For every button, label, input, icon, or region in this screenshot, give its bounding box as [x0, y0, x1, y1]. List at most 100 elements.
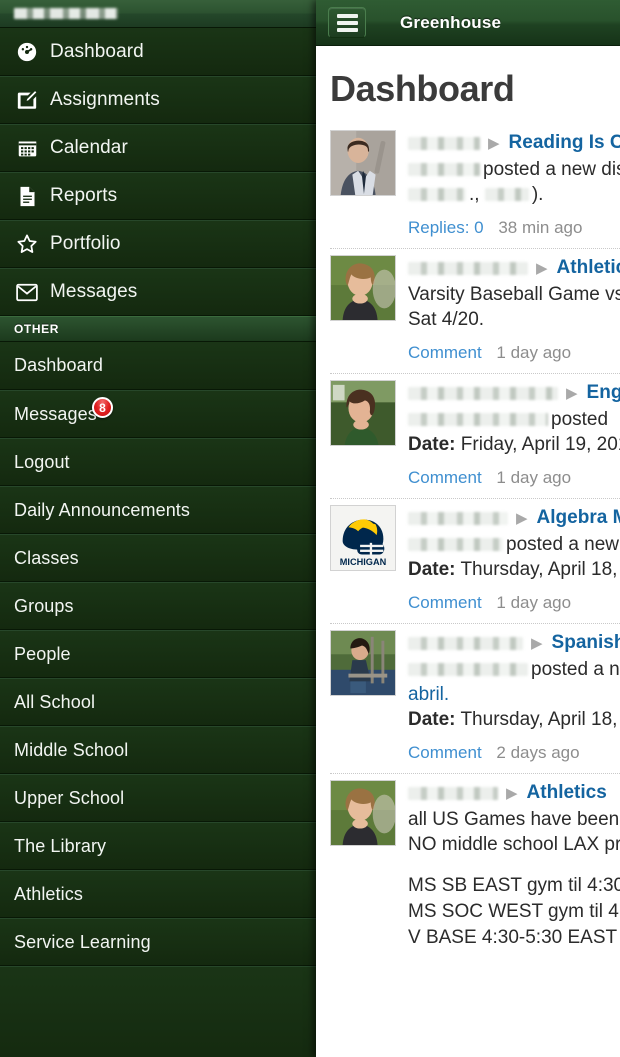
replies-link[interactable]: Replies: 0: [408, 218, 484, 237]
comment-link[interactable]: Comment: [408, 593, 482, 612]
sidebar-item-calendar[interactable]: Calendar: [0, 124, 316, 172]
redacted-text: [408, 386, 558, 400]
group-link[interactable]: Athletics: [557, 257, 620, 279]
post-line-2: NO middle school LAX prac: [408, 834, 620, 855]
sidebar-item-label: The Library: [14, 835, 107, 856]
gauge-icon: [14, 41, 40, 63]
post-meta: ▶ Athletics: [408, 257, 620, 279]
sidebar-item-daily-announcements[interactable]: Daily Announcements: [0, 486, 316, 534]
avatar[interactable]: [330, 130, 396, 196]
sidebar-item-label: Middle School: [14, 739, 129, 760]
post-meta: ▶ Eng: [408, 382, 620, 404]
caret-right-icon: ▶: [536, 259, 548, 277]
comment-link[interactable]: Comment: [408, 343, 482, 362]
sidebar-item-people[interactable]: People: [0, 630, 316, 678]
sidebar-item-service-learning[interactable]: Service Learning: [0, 918, 316, 966]
sidebar-item-dashboard[interactable]: Dashboard: [0, 28, 316, 76]
feed-item-body: ▶ Athletics all US Games have been ca NO …: [408, 780, 620, 951]
comment-link[interactable]: Comment: [408, 743, 482, 762]
schedule-line: MS SOC WEST gym til 4:30: [408, 901, 620, 922]
comment-link[interactable]: Comment: [408, 468, 482, 487]
feed-item[interactable]: ▶ Reading Is Co posted a new discu ., ).…: [330, 124, 620, 249]
avatar[interactable]: [330, 780, 396, 846]
redacted-text: [408, 413, 548, 427]
sidebar-drawer: Dashboard Assignments Calendar Reports P…: [0, 0, 316, 1057]
date-value: Thursday, April 18, 20: [460, 559, 620, 580]
avatar[interactable]: [330, 380, 396, 446]
sidebar-item-middle-school[interactable]: Middle School: [0, 726, 316, 774]
post-line-2: Sat 4/20.: [408, 309, 485, 330]
activity-feed: ▶ Reading Is Co posted a new discu ., ).…: [316, 124, 620, 961]
post-line-1: all US Games have been ca: [408, 809, 620, 830]
redacted-text: [484, 188, 529, 202]
calendar-icon: [14, 138, 40, 159]
avatar[interactable]: [330, 255, 396, 321]
schedule-list: MS SB EAST gym til 4:30 MS SOC WEST gym t…: [408, 873, 620, 951]
hamburger-icon[interactable]: [328, 7, 366, 38]
post-timestamp: 38 min ago: [498, 218, 583, 237]
post-timestamp: 2 days ago: [496, 743, 580, 762]
sidebar-item-label: Logout: [14, 451, 70, 472]
post-timestamp: 1 day ago: [496, 593, 572, 612]
post-actions: Comment 2 days ago: [408, 743, 620, 763]
post-line-1: Varsity Baseball Game vs S: [408, 284, 620, 305]
group-link[interactable]: Eng: [587, 382, 620, 404]
app-topbar: Greenhouse: [316, 0, 620, 46]
feed-item[interactable]: ▶ Athletics all US Games have been ca NO …: [330, 774, 620, 961]
post-line-1: posted: [408, 407, 620, 432]
post-action-text: posted a new: [506, 534, 620, 555]
post-action-text: posted: [551, 409, 609, 430]
sidebar-item-messages[interactable]: Messages: [0, 268, 316, 316]
avatar[interactable]: [330, 630, 396, 696]
sidebar-item-dashboard[interactable]: Dashboard: [0, 342, 316, 390]
sidebar-item-messages[interactable]: Messages 8: [0, 390, 316, 438]
post-date-line: Date: Thursday, April 18, 20: [408, 707, 620, 732]
date-label: Date:: [408, 559, 456, 580]
group-link[interactable]: Reading Is Co: [509, 132, 620, 154]
feed-item[interactable]: ▶ Spanish posted a new abril. Date: Thurs…: [330, 624, 620, 774]
caret-right-icon: ▶: [566, 384, 578, 402]
unread-badge: 8: [92, 397, 113, 418]
sidebar-item-label: Service Learning: [14, 931, 151, 952]
sidebar-item-athletics[interactable]: Athletics: [0, 870, 316, 918]
sidebar-item-logout[interactable]: Logout: [0, 438, 316, 486]
post-line-1: posted a new discu: [408, 157, 620, 182]
date-label: Date:: [408, 709, 456, 730]
sidebar-item-all-school[interactable]: All School: [0, 678, 316, 726]
post-action-text: posted a new: [531, 659, 620, 680]
sidebar-item-the-library[interactable]: The Library: [0, 822, 316, 870]
edit-square-icon: [14, 89, 40, 111]
feed-item-body: ▶ Reading Is Co posted a new discu ., ).…: [408, 130, 620, 238]
post-timestamp: 1 day ago: [496, 468, 572, 487]
sidebar-section-other: OTHER: [0, 316, 316, 342]
post-line-1: posted a new: [408, 657, 620, 682]
feed-item[interactable]: MICHIGAN ▶ Algebra M posted a new Date: …: [330, 499, 620, 624]
sidebar-item-label: Calendar: [50, 137, 128, 158]
group-link[interactable]: Spanish: [552, 632, 620, 654]
post-actions: Replies: 0 38 min ago: [408, 218, 620, 238]
sidebar-item-portfolio[interactable]: Portfolio: [0, 220, 316, 268]
app-brand-title: Greenhouse: [400, 12, 502, 32]
sidebar-item-label: Groups: [14, 595, 74, 616]
sidebar-empty-space: [0, 966, 316, 1057]
sidebar-item-upper-school[interactable]: Upper School: [0, 774, 316, 822]
caret-right-icon: ▶: [506, 784, 518, 802]
sidebar-item-assignments[interactable]: Assignments: [0, 76, 316, 124]
sidebar-user-header[interactable]: [0, 0, 316, 28]
group-link[interactable]: Athletics: [527, 782, 607, 804]
sidebar-item-groups[interactable]: Groups: [0, 582, 316, 630]
feed-item[interactable]: ▶ Athletics Varsity Baseball Game vs S Sa…: [330, 249, 620, 374]
sidebar-item-reports[interactable]: Reports: [0, 172, 316, 220]
post-actions: Comment 1 day ago: [408, 468, 620, 488]
post-actions: Comment 1 day ago: [408, 593, 620, 613]
group-link[interactable]: Algebra M: [537, 507, 620, 529]
feed-item[interactable]: ▶ Eng posted Date: Friday, April 19, 201…: [330, 374, 620, 499]
post-date-line: Date: Friday, April 19, 2013: [408, 432, 620, 457]
star-icon: [14, 233, 40, 255]
post-timestamp: 1 day ago: [496, 343, 572, 362]
sidebar-item-classes[interactable]: Classes: [0, 534, 316, 582]
avatar[interactable]: MICHIGAN: [330, 505, 396, 571]
page-title: Dashboard: [330, 68, 515, 109]
feed-item-body: ▶ Algebra M posted a new Date: Thursday,…: [408, 505, 620, 613]
caret-right-icon: ▶: [488, 134, 500, 152]
